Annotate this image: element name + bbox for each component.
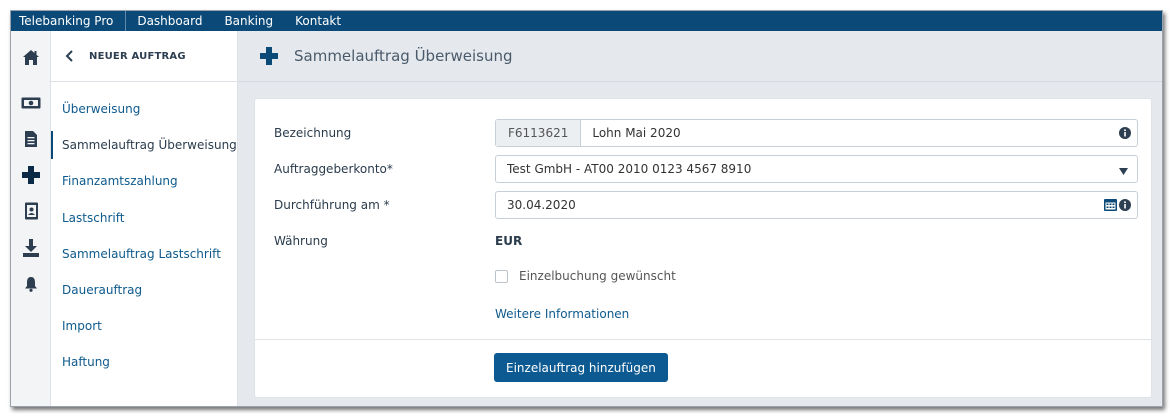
caret-down-icon[interactable] [1119, 160, 1128, 179]
icon-rail [11, 31, 51, 406]
datum-label-text: Durchführung am [274, 198, 380, 212]
calendar-icon[interactable] [1104, 196, 1117, 215]
app-window: Telebanking Pro Dashboard Banking Kontak… [10, 10, 1163, 407]
home-icon[interactable] [11, 45, 51, 69]
form-card: Bezeichnung F6113621 Lohn Mai 2020 Auftr… [254, 98, 1152, 398]
einzelbuchung-checkbox-row[interactable]: Einzelbuchung gewünscht [495, 269, 676, 283]
plus-icon [260, 47, 278, 65]
back-to-new-order[interactable]: NEUER AUFTRAG [51, 31, 237, 82]
download-icon[interactable] [11, 236, 51, 260]
konto-selected-value: Test GmbH - AT00 2010 0123 4567 8910 [507, 162, 752, 176]
menu-title: NEUER AUFTRAG [89, 50, 186, 62]
konto-select[interactable]: Test GmbH - AT00 2010 0123 4567 8910 [495, 155, 1138, 183]
menu-item-sammelauftrag-ueberweisung[interactable]: Sammelauftrag Überweisung [51, 127, 237, 163]
nav-kontakt[interactable]: Kontakt [284, 11, 352, 31]
konto-label: Auftraggeberkonto* [274, 162, 393, 176]
menu-item-ueberweisung[interactable]: Überweisung [51, 91, 237, 127]
chevron-left-icon [65, 50, 75, 62]
nav-banking[interactable]: Banking [213, 11, 284, 31]
info-icon[interactable] [1119, 124, 1131, 143]
waehrung-label: Währung [274, 234, 328, 248]
nav-dashboard[interactable]: Dashboard [126, 11, 213, 31]
menu-item-finanzamtszahlung[interactable]: Finanzamtszahlung [51, 163, 237, 199]
bezeichnung-input[interactable]: Lohn Mai 2020 [581, 126, 1119, 140]
menu-item-dauerauftrag[interactable]: Dauerauftrag [51, 272, 237, 308]
einzelbuchung-checkbox[interactable] [495, 269, 508, 283]
required-marker: * [383, 198, 390, 212]
brand-name[interactable]: Telebanking Pro [11, 11, 127, 31]
document-icon[interactable] [11, 127, 51, 151]
bezeichnung-label: Bezeichnung [274, 126, 352, 140]
menu-item-haftung[interactable]: Haftung [51, 344, 237, 380]
datum-field[interactable]: 30.04.2020 [495, 191, 1138, 219]
page-header: Sammelauftrag Überweisung [239, 31, 1162, 82]
add-single-order-button[interactable]: Einzelauftrag hinzufügen [494, 353, 668, 382]
menu-item-lastschrift[interactable]: Lastschrift [51, 200, 237, 236]
datum-input[interactable]: 30.04.2020 [496, 198, 1104, 212]
order-menu: NEUER AUFTRAG Überweisung Sammelauftrag … [51, 31, 238, 406]
divider [255, 339, 1151, 340]
address-book-icon[interactable] [11, 199, 51, 223]
menu-item-sammelauftrag-lastschrift[interactable]: Sammelauftrag Lastschrift [51, 236, 237, 272]
top-navigation: Telebanking Pro Dashboard Banking Kontak… [11, 11, 1162, 31]
main-content: Sammelauftrag Überweisung Bezeichnung F6… [239, 31, 1162, 406]
bezeichnung-field[interactable]: F6113621 Lohn Mai 2020 [495, 119, 1138, 147]
konto-label-text: Auftraggeberkonto [274, 162, 387, 176]
einzelbuchung-label: Einzelbuchung gewünscht [519, 269, 676, 283]
menu-item-import[interactable]: Import [51, 308, 237, 344]
required-marker: * [386, 162, 393, 176]
datum-label: Durchführung am * [274, 198, 390, 212]
menu-list: Überweisung Sammelauftrag Überweisung Fi… [51, 91, 237, 381]
plus-icon[interactable] [11, 163, 51, 187]
bell-icon[interactable] [11, 272, 51, 296]
waehrung-value: EUR [495, 234, 523, 248]
bezeichnung-prefix: F6113621 [496, 120, 582, 146]
info-icon[interactable] [1119, 196, 1131, 215]
weitere-informationen-link[interactable]: Weitere Informationen [495, 307, 629, 321]
banknote-icon[interactable] [11, 91, 51, 115]
page-title: Sammelauftrag Überweisung [294, 47, 513, 65]
